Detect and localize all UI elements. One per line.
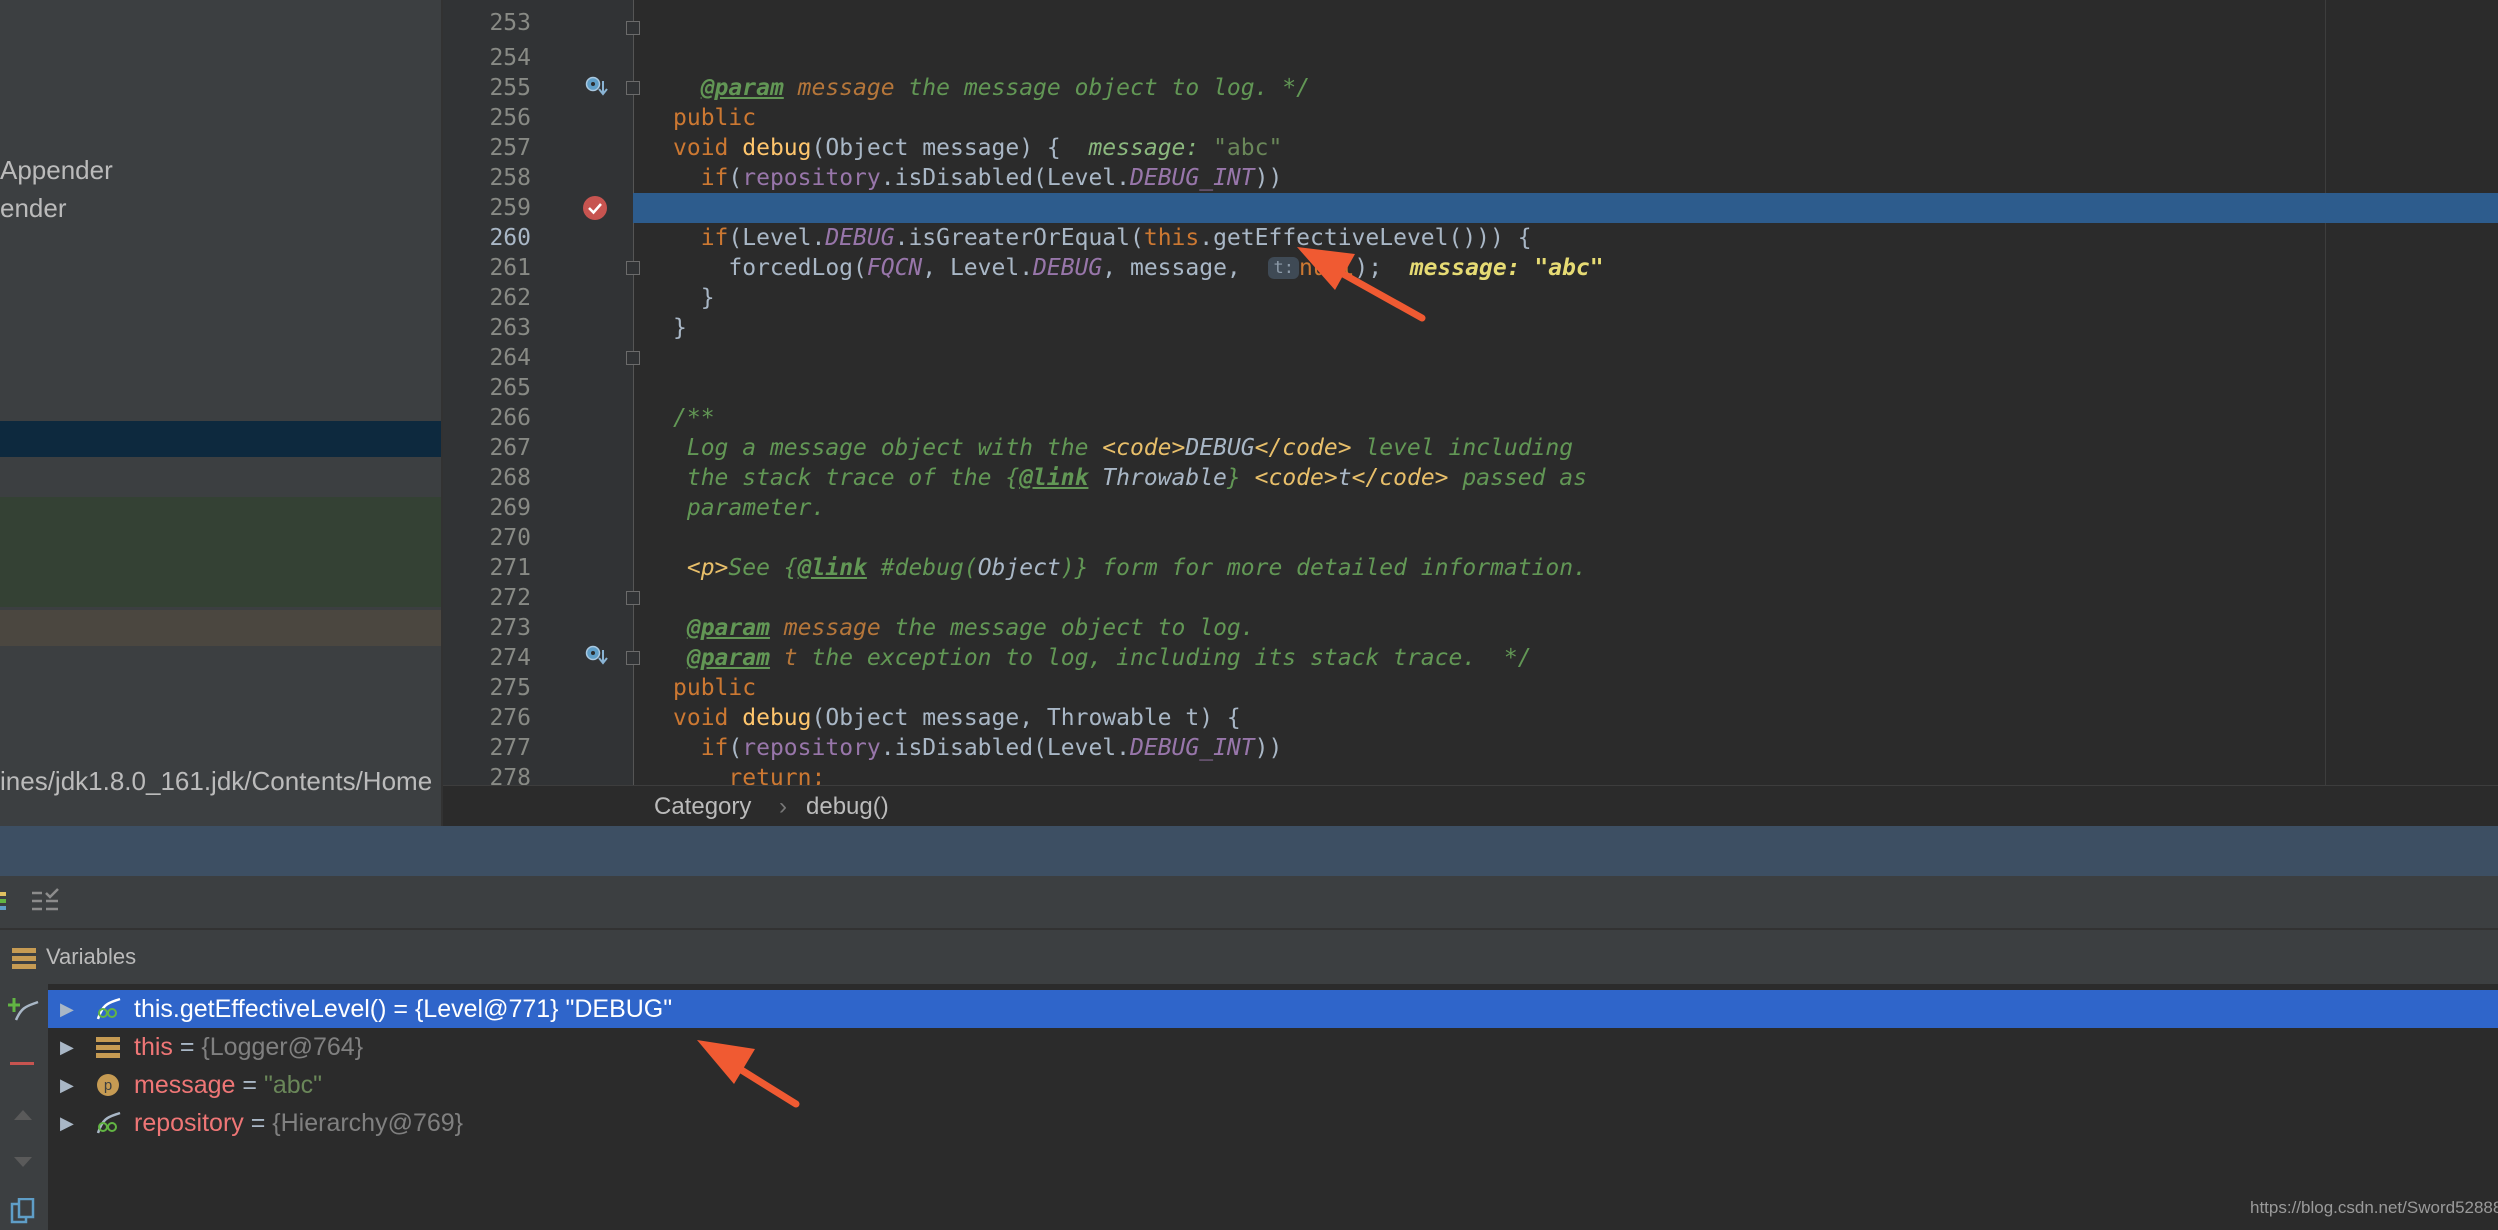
variable-row-repository[interactable]: ▶ repository = {Hierarchy@769} <box>48 1104 2498 1142</box>
code-line-270[interactable]: 270 <p>See {@link #debug(Object)} form f… <box>443 493 2498 581</box>
code-line-260-current[interactable]: 260 forcedLog(FQCN, Level.DEBUG, message… <box>489 193 2498 281</box>
tree-item-appender[interactable]: Appender <box>0 155 113 186</box>
variable-eq: = <box>243 1109 273 1137</box>
code-line-278[interactable]: 278 if(Level.DEBUG.isGreaterOrEqual(this… <box>443 733 2498 785</box>
variables-title: Variables <box>46 944 137 969</box>
watch-icon <box>96 997 121 1020</box>
variable-value: "abc" <box>263 1071 323 1099</box>
breadcrumb-class[interactable]: Category <box>654 793 751 821</box>
fold-icon[interactable] <box>626 351 640 365</box>
fold-icon[interactable] <box>626 21 640 35</box>
code-line-271[interactable]: 271 <box>443 523 2498 581</box>
code-line-273[interactable]: 273 @param t the exception to log, inclu… <box>443 583 2498 671</box>
variable-name: repository <box>134 1109 244 1137</box>
variable-eq: = <box>235 1071 264 1099</box>
code-line-254[interactable]: 254 @param message the message object to… <box>443 13 2498 101</box>
variable-row-message[interactable]: ▶ p message = "abc" <box>48 1066 2498 1104</box>
variables-header: Variables <box>0 930 2498 984</box>
code-line-258[interactable]: 258 return; <box>443 133 2498 221</box>
variable-ref: {Logger@764} <box>201 1033 364 1061</box>
remove-watch-icon[interactable] <box>10 1062 34 1065</box>
code-line-268[interactable]: 268 parameter. <box>443 433 2498 521</box>
debug-tool-window-header <box>0 826 2498 876</box>
code-line-257[interactable]: 257 if(repository.isDisabled(Level.DEBUG… <box>443 103 2498 191</box>
project-panel: Appender ender ines/jdk1.8.0_161.jdk/Con… <box>0 0 441 826</box>
code-line-261[interactable]: 261 } <box>443 223 2498 311</box>
svg-text:p: p <box>104 1077 112 1094</box>
code-line-266[interactable]: 266 Log a message object with the <code>… <box>443 373 2498 461</box>
code-line-264[interactable]: 264 <box>443 313 2498 371</box>
disclosure-triangle-icon[interactable]: ▶ <box>60 1104 74 1142</box>
watermark-url: https://blog.csdn.net/Sword52888 <box>2250 1198 2498 1217</box>
move-up-icon[interactable] <box>14 1110 32 1120</box>
variable-name: this.getEffectiveLevel() <box>134 995 387 1023</box>
tree-highlight-row <box>0 497 441 607</box>
variables-tree: ▶ this.getEffectiveLevel() = {Level@771}… <box>48 984 2498 1230</box>
disclosure-triangle-icon[interactable]: ▶ <box>60 1028 74 1066</box>
code-line-274[interactable]: 274 public <box>443 613 2498 701</box>
variable-name: this <box>134 1033 173 1061</box>
code-line-263[interactable]: 263 <box>443 283 2498 341</box>
variable-name: message <box>134 1071 236 1099</box>
override-method-icon[interactable] <box>583 74 609 100</box>
variable-row-this[interactable]: ▶ this = {Logger@764} <box>48 1028 2498 1066</box>
tree-selected-row[interactable] <box>0 421 441 457</box>
watch-icon <box>96 1111 121 1134</box>
code-line-267[interactable]: 267 the stack trace of the {@link Throwa… <box>443 403 2498 491</box>
variable-ref: {Level@771} <box>414 995 559 1023</box>
code-line-262[interactable]: 262 } <box>443 253 2498 341</box>
variable-eq: = <box>386 995 415 1023</box>
copy-icon[interactable] <box>10 1198 36 1228</box>
disclosure-triangle-icon[interactable]: ▶ <box>60 990 74 1028</box>
code-editor[interactable]: 253 254 @param message the message objec… <box>443 0 2498 785</box>
variables-panel-icon <box>12 948 36 969</box>
code-line-265[interactable]: 265 /** <box>443 343 2498 431</box>
breakpoint-icon[interactable] <box>581 194 609 222</box>
line-number: 259 <box>489 195 531 221</box>
code-line-276[interactable]: 276 if(repository.isDisabled(Level.DEBUG… <box>443 673 2498 761</box>
code-line-279[interactable]: 279 forcedLog(FQCN, Level.DEBUG, message… <box>443 763 2498 785</box>
breadcrumb-separator: › <box>779 793 787 820</box>
move-down-icon[interactable] <box>14 1157 32 1167</box>
variables-side-toolbar <box>0 984 49 1230</box>
fold-icon[interactable] <box>626 81 640 95</box>
code-line-256[interactable]: 256 void debug(Object message) { message… <box>443 73 2498 161</box>
debug-toolbar <box>0 876 2498 930</box>
code-line-275[interactable]: 275 void debug(Object message, Throwable… <box>443 643 2498 731</box>
parameter-p-icon: p <box>97 1074 119 1096</box>
field-icon <box>96 1037 120 1058</box>
code-line-259[interactable]: 259 if(Level.DEBUG.isGreaterOrEqual(this… <box>443 163 2498 251</box>
breadcrumb: Category › debug() <box>443 785 2498 827</box>
variable-eq: = <box>172 1033 202 1061</box>
code-line-272[interactable]: 272 @param message the message object to… <box>443 553 2498 641</box>
fold-icon[interactable] <box>626 261 640 275</box>
jdk-path-label: ines/jdk1.8.0_161.jdk/Contents/Home <box>0 766 433 796</box>
code-line-269[interactable]: 269 <box>443 463 2498 521</box>
variable-value: "DEBUG" <box>558 995 673 1023</box>
breadcrumb-method[interactable]: debug() <box>806 793 889 821</box>
code-line-277[interactable]: 277 return; <box>443 703 2498 785</box>
fold-icon[interactable] <box>626 651 640 665</box>
threads-icon[interactable] <box>30 888 60 916</box>
add-watch-icon[interactable] <box>8 996 40 1024</box>
disclosure-triangle-icon[interactable]: ▶ <box>60 1066 74 1104</box>
tree-highlight-row-2 <box>0 610 441 646</box>
override-method-icon[interactable] <box>583 643 609 669</box>
frames-icon[interactable] <box>0 890 10 914</box>
variable-row-effective-level[interactable]: ▶ this.getEffectiveLevel() = {Level@771}… <box>48 990 2498 1028</box>
code-line-255[interactable]: 255 public <box>443 43 2498 131</box>
variable-ref: {Hierarchy@769} <box>272 1109 464 1137</box>
code-line-253[interactable]: 253 <box>443 0 2498 36</box>
tree-item-ender[interactable]: ender <box>0 193 67 224</box>
fold-icon[interactable] <box>626 591 640 605</box>
